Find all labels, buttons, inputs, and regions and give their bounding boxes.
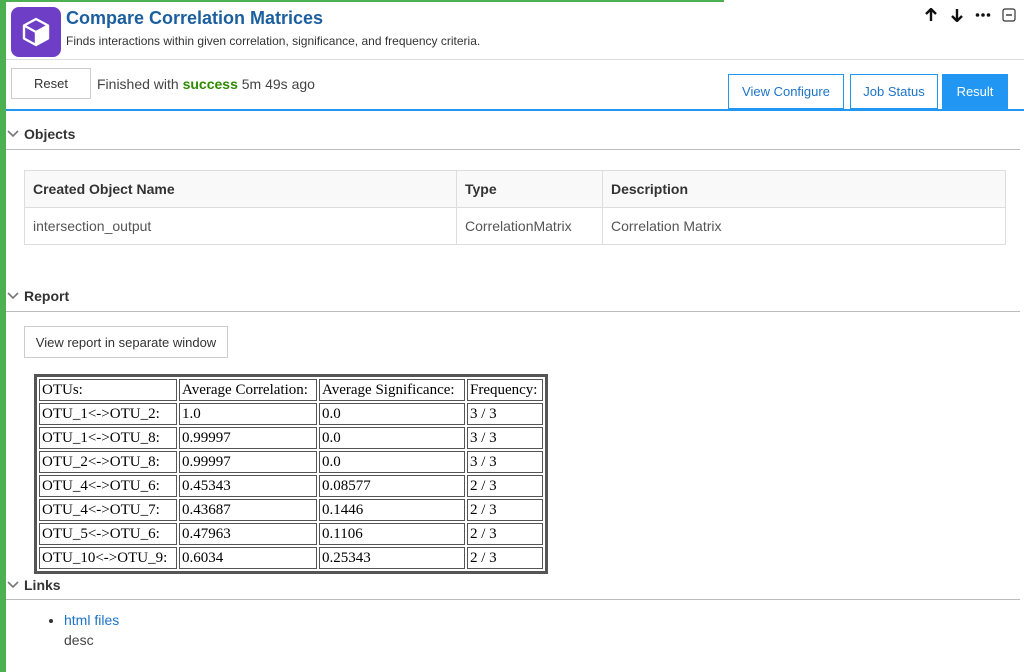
status-prefix: Finished with — [97, 76, 179, 92]
report-cell-frequency: 3 / 3 — [467, 451, 543, 473]
job-status-text: Finished with success 5m 49s ago — [97, 76, 315, 92]
report-cell-otu: OTU_4<->OTU_7: — [39, 499, 177, 521]
job-toolbar: Reset Finished with success 5m 49s ago V… — [6, 60, 1024, 112]
tab-view-configure[interactable]: View Configure — [728, 74, 844, 109]
app-title: Compare Correlation Matrices — [66, 8, 324, 28]
report-cell-frequency: 2 / 3 — [467, 499, 543, 521]
tab-job-status[interactable]: Job Status — [850, 74, 938, 109]
report-cell-otu: OTU_5<->OTU_6: — [39, 523, 177, 545]
reset-button[interactable]: Reset — [11, 68, 91, 99]
objects-table-header: Created Object Name Type Description — [24, 170, 1006, 208]
column-header-type: Type — [456, 170, 603, 208]
app-cube-icon — [11, 7, 61, 57]
table-row: OTU_4<->OTU_7: 0.43687 0.1446 2 / 3 — [39, 499, 543, 521]
status-success-word: success — [182, 76, 238, 92]
objects-section-toggle[interactable]: Objects — [6, 126, 75, 142]
report-cell-significance: 0.1106 — [319, 523, 465, 545]
report-cell-frequency: 2 / 3 — [467, 547, 543, 569]
chevron-down-icon — [7, 292, 19, 300]
arrow-down-icon[interactable] — [948, 6, 966, 24]
chevron-down-icon — [7, 130, 19, 138]
chevron-down-icon — [7, 581, 19, 589]
report-cell-significance: 0.0 — [319, 403, 465, 425]
report-cell-frequency: 3 / 3 — [467, 427, 543, 449]
more-icon[interactable] — [974, 6, 992, 24]
report-section-title: Report — [24, 288, 70, 304]
report-cell-significance: 0.08577 — [319, 475, 465, 497]
arrow-up-icon[interactable] — [922, 6, 940, 24]
report-table: OTUs: Average Correlation: Average Signi… — [34, 374, 548, 574]
report-header-otus: OTUs: — [39, 379, 177, 401]
report-cell-significance: 0.25343 — [319, 547, 465, 569]
report-cell-correlation: 1.0 — [179, 403, 317, 425]
report-cell-correlation: 0.45343 — [179, 475, 317, 497]
table-row: OTU_2<->OTU_8: 0.99997 0.0 3 / 3 — [39, 451, 543, 473]
tab-result[interactable]: Result — [942, 74, 1008, 109]
report-cell-correlation: 0.47963 — [179, 523, 317, 545]
report-cell-otu: OTU_4<->OTU_6: — [39, 475, 177, 497]
object-type: CorrelationMatrix — [456, 207, 603, 245]
object-description: Correlation Matrix — [602, 207, 1006, 245]
report-cell-significance: 0.0 — [319, 451, 465, 473]
report-header-correlation: Average Correlation: — [179, 379, 317, 401]
report-section-toggle[interactable]: Report — [6, 288, 69, 304]
report-cell-frequency: 3 / 3 — [467, 403, 543, 425]
table-row: OTU_1<->OTU_2: 1.0 0.0 3 / 3 — [39, 403, 543, 425]
status-time: 5m 49s ago — [241, 76, 315, 92]
object-name-link[interactable]: intersection_output — [24, 207, 457, 245]
report-cell-otu: OTU_1<->OTU_2: — [39, 403, 177, 425]
table-row: OTU_4<->OTU_6: 0.45343 0.08577 2 / 3 — [39, 475, 543, 497]
objects-table: Created Object Name Type Description int… — [24, 170, 1006, 245]
report-cell-correlation: 0.99997 — [179, 427, 317, 449]
report-cell-significance: 0.0 — [319, 427, 465, 449]
toolbar-divider — [6, 109, 1024, 111]
report-cell-otu: OTU_2<->OTU_8: — [39, 451, 177, 473]
report-table-header: OTUs: Average Correlation: Average Signi… — [39, 379, 543, 401]
collapse-icon[interactable] — [1000, 6, 1018, 24]
report-cell-correlation: 0.43687 — [179, 499, 317, 521]
report-cell-correlation: 0.6034 — [179, 547, 317, 569]
links-section-toggle[interactable]: Links — [6, 577, 61, 593]
table-row: OTU_5<->OTU_6: 0.47963 0.1106 2 / 3 — [39, 523, 543, 545]
objects-section-title: Objects — [24, 126, 76, 142]
column-header-description: Description — [602, 170, 1006, 208]
report-section-divider — [6, 311, 1020, 312]
table-row: OTU_10<->OTU_9: 0.6034 0.25343 2 / 3 — [39, 547, 543, 569]
report-header-frequency: Frequency: — [467, 379, 543, 401]
list-item: html files — [64, 612, 119, 628]
report-header-significance: Average Significance: — [319, 379, 465, 401]
table-row: OTU_1<->OTU_8: 0.99997 0.0 3 / 3 — [39, 427, 543, 449]
links-section-title: Links — [24, 577, 61, 593]
app-subtitle: Finds interactions within given correlat… — [66, 34, 481, 48]
app-header: Compare Correlation Matrices Finds inter… — [6, 2, 1024, 60]
report-cell-otu: OTU_1<->OTU_8: — [39, 427, 177, 449]
link-description: desc — [64, 632, 94, 648]
report-cell-frequency: 2 / 3 — [467, 523, 543, 545]
html-files-link[interactable]: html files — [64, 612, 119, 628]
report-cell-otu: OTU_10<->OTU_9: — [39, 547, 177, 569]
links-section-divider — [6, 599, 1020, 600]
objects-section-divider — [6, 149, 1020, 150]
links-list: html files — [48, 612, 119, 628]
report-cell-correlation: 0.99997 — [179, 451, 317, 473]
report-cell-significance: 0.1446 — [319, 499, 465, 521]
column-header-name: Created Object Name — [24, 170, 457, 208]
view-report-button[interactable]: View report in separate window — [24, 326, 228, 358]
report-cell-frequency: 2 / 3 — [467, 475, 543, 497]
table-row: intersection_output CorrelationMatrix Co… — [24, 207, 1006, 245]
